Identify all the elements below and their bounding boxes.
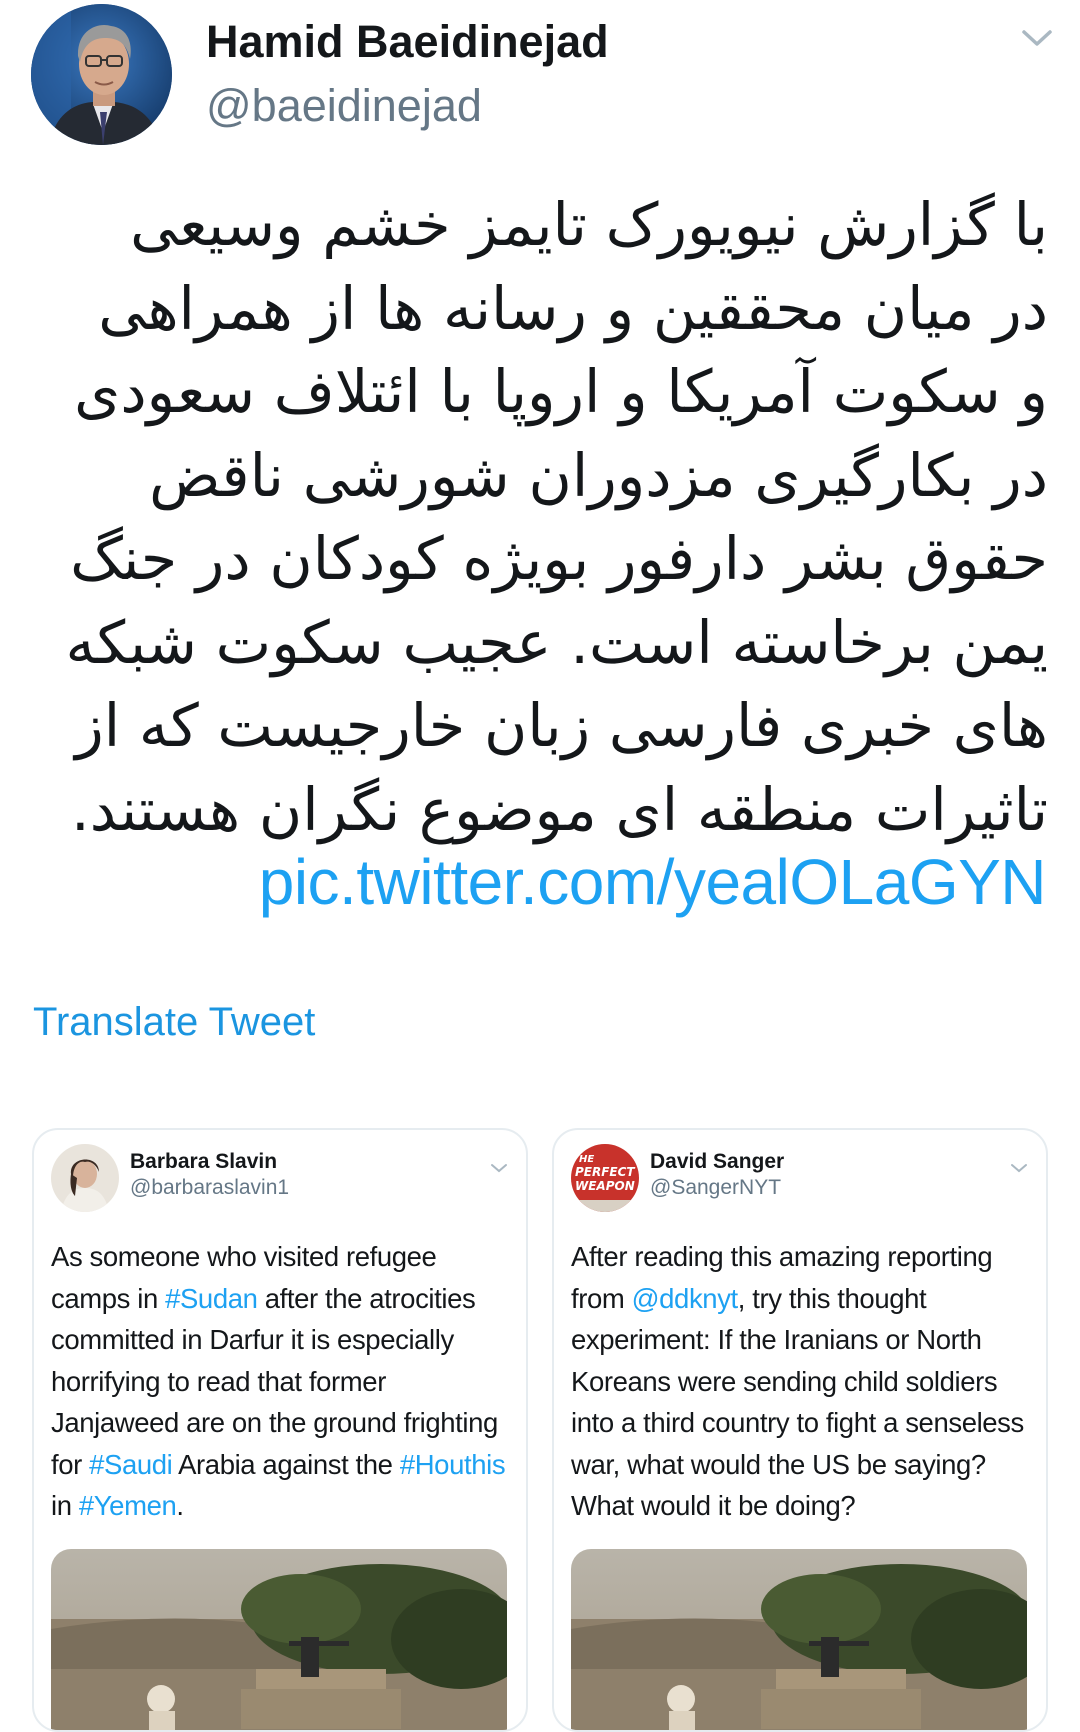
tweet-line: یمن برخاسته است. عجیب سکوت شبکه <box>65 607 1048 677</box>
card-author-handle[interactable]: @barbaraslavin1 <box>130 1176 289 1200</box>
tweet-line: های خبری فارسی زبان خارجیست که از <box>75 691 1048 760</box>
hashtag-link[interactable]: #Yemen <box>79 1490 177 1521</box>
card-media-photo[interactable] <box>51 1549 507 1730</box>
tweet-line: و سکوت آمریکا و اروپا با ائتلاف سعودی <box>74 357 1048 426</box>
card-author-name[interactable]: David Sanger <box>650 1150 784 1174</box>
tweet-line: حقوق بشر دارفور بویژه کودکان در جنگ <box>70 524 1048 593</box>
avatar-text: WEAPON <box>575 1179 635 1193</box>
avatar-text: PERFECT <box>575 1165 635 1179</box>
card-avatar[interactable] <box>51 1144 119 1212</box>
hashtag-link[interactable]: #Houthis <box>400 1449 506 1480</box>
hashtag-link[interactable]: #Saudi <box>89 1449 173 1480</box>
mention-link[interactable]: @ddknyt <box>632 1283 739 1314</box>
card-text-segment: , try this thought experiment: If the Ir… <box>571 1282 1032 1522</box>
card-author-name[interactable]: Barbara Slavin <box>130 1150 277 1174</box>
translate-tweet-link[interactable]: Translate Tweet <box>33 1000 315 1045</box>
avatar-text: HE <box>579 1154 594 1165</box>
card-media-photo[interactable] <box>571 1549 1027 1730</box>
tweet-line: تاثیرات منطقه ای موضوع نگران هستند. <box>71 774 1048 844</box>
author-handle[interactable]: @baeidinejad <box>206 80 482 132</box>
card-text-segment: Arabia against the <box>172 1448 400 1480</box>
card-avatar[interactable]: HE PERFECT WEAPON <box>571 1144 639 1212</box>
tweet-line: در بکارگیری مزدوران شورشی ناقض <box>149 440 1048 510</box>
quoted-tweet-card-david[interactable]: HE PERFECT WEAPON David Sanger @SangerNY… <box>552 1128 1048 1732</box>
tweet-line: در میان محققین و رسانه ها از همراهی <box>98 273 1048 343</box>
card-author-handle[interactable]: @SangerNYT <box>650 1176 781 1200</box>
chevron-down-icon[interactable] <box>490 1162 508 1174</box>
author-name[interactable]: Hamid Baeidinejad <box>206 16 609 68</box>
tweet-media-link[interactable]: pic.twitter.com/yealOLaGYN <box>259 845 1047 919</box>
chevron-down-icon[interactable] <box>1010 1162 1028 1174</box>
card-text-segment: . <box>176 1490 184 1521</box>
chevron-down-icon[interactable] <box>1020 26 1054 50</box>
hashtag-link[interactable]: #Sudan <box>165 1283 258 1314</box>
tweet-line: با گزارش نیویورک تایمز خشم وسیعی <box>130 190 1048 259</box>
card-tweet-text: After reading this amazing reporting fro… <box>571 1236 1031 1527</box>
quoted-tweet-card-barbara[interactable]: Barbara Slavin @barbaraslavin1 As someon… <box>32 1128 528 1732</box>
tweet-text: با گزارش نیویورک تایمز خشم وسیعی در میان… <box>65 183 1048 851</box>
card-tweet-text: As someone who visited refugee camps in … <box>51 1236 511 1527</box>
author-avatar[interactable] <box>31 4 172 145</box>
